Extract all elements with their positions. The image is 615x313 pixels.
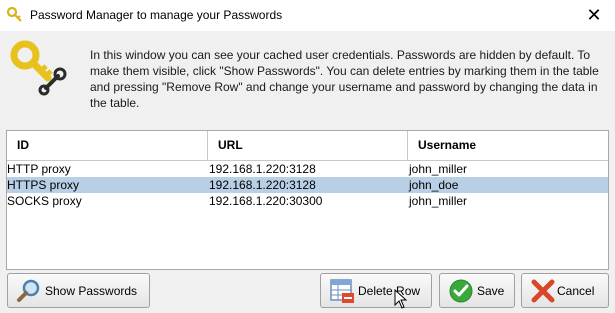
cell-id: HTTP proxy xyxy=(7,162,71,176)
column-header-url[interactable]: URL xyxy=(208,131,408,160)
cancel-label: Cancel xyxy=(557,284,595,298)
key-icon xyxy=(7,7,22,22)
key-wrench-icon xyxy=(10,40,67,96)
save-button[interactable]: Save xyxy=(439,273,515,308)
show-passwords-label: Show Passwords xyxy=(45,284,138,298)
mouse-cursor-icon xyxy=(394,289,408,309)
cell-id: SOCKS proxy xyxy=(7,194,82,208)
table-row-selected[interactable]: HTTPS proxy 192.168.1.220:3128 john_doe xyxy=(7,177,608,193)
cell-url: 192.168.1.220:30300 xyxy=(209,194,323,208)
save-label: Save xyxy=(477,284,505,298)
cancel-button[interactable]: Cancel xyxy=(521,273,609,308)
cell-username: john_miller xyxy=(409,162,468,176)
table-row[interactable]: SOCKS proxy 192.168.1.220:30300 john_mil… xyxy=(7,193,608,209)
cell-url: 192.168.1.220:3128 xyxy=(209,162,316,176)
cross-icon xyxy=(531,279,555,303)
table-row[interactable]: HTTP proxy 192.168.1.220:3128 john_mille… xyxy=(7,161,608,177)
cell-username: john_miller xyxy=(409,194,468,208)
checkmark-icon xyxy=(449,279,473,303)
cell-username: john_doe xyxy=(409,178,459,192)
delete-row-button[interactable]: Delete Row xyxy=(320,273,432,308)
magnifier-icon xyxy=(17,279,40,302)
column-header-id[interactable]: ID xyxy=(7,131,208,160)
password-manager-window: Password Manager to manage your Password… xyxy=(0,0,615,313)
description-text: In this window you can see your cached u… xyxy=(90,48,599,110)
title-bar: Password Manager to manage your Password… xyxy=(0,0,615,32)
window-title: Password Manager to manage your Password… xyxy=(30,8,283,22)
cell-url: 192.168.1.220:3128 xyxy=(209,178,316,192)
delete-row-label: Delete Row xyxy=(358,284,421,298)
cell-id: HTTPS proxy xyxy=(7,178,80,192)
credentials-table[interactable]: ID URL Username HTTP proxy 192.168.1.220… xyxy=(6,130,609,270)
table-delete-icon xyxy=(330,279,354,303)
close-icon[interactable]: ✕ xyxy=(582,4,606,26)
show-passwords-button[interactable]: Show Passwords xyxy=(7,273,150,308)
column-header-username[interactable]: Username xyxy=(408,131,608,160)
table-header: ID URL Username xyxy=(7,131,608,161)
